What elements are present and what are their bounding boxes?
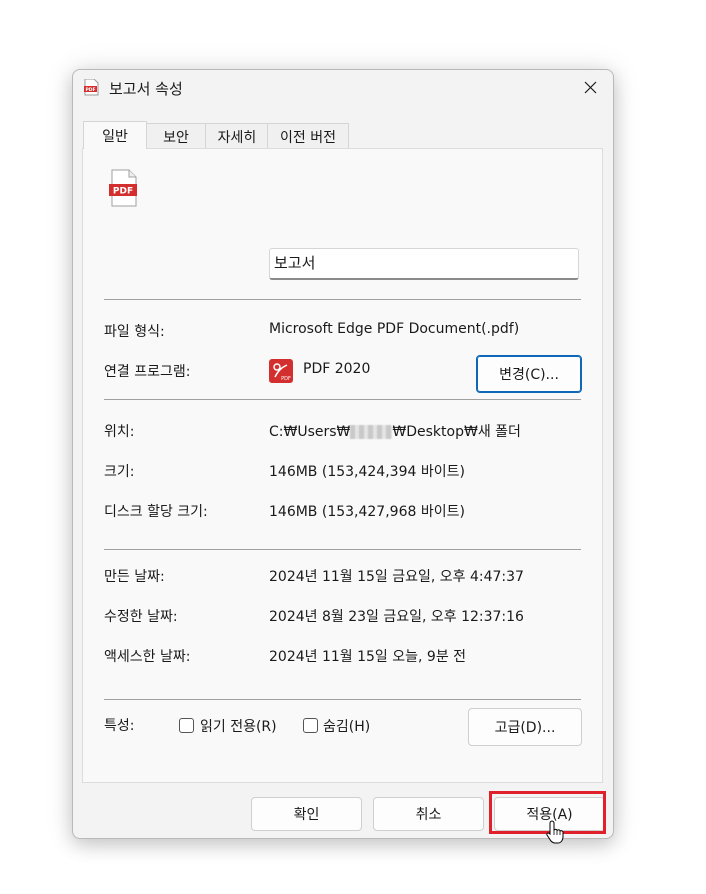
attributes-label: 특성: bbox=[104, 718, 135, 734]
readonly-checkbox[interactable] bbox=[179, 718, 194, 733]
separator bbox=[104, 299, 581, 300]
pdf-file-icon: PDF bbox=[84, 79, 99, 96]
disk-size-label: 디스크 할당 크기: bbox=[104, 504, 208, 520]
location-label: 위치: bbox=[104, 424, 135, 440]
tab-general[interactable]: 일반 bbox=[83, 121, 147, 149]
ok-button[interactable]: 확인 bbox=[251, 797, 362, 831]
pdf-app-icon: PDF bbox=[269, 359, 293, 383]
opens-with-value: PDF 2020 bbox=[303, 361, 371, 377]
separator bbox=[104, 549, 581, 550]
accessed-label: 액세스한 날짜: bbox=[104, 649, 191, 665]
size-value: 146MB (153,424,394 바이트) bbox=[269, 464, 465, 480]
separator bbox=[104, 399, 581, 400]
modified-value: 2024년 8월 23일 금요일, 오후 12:37:16 bbox=[269, 609, 524, 625]
close-icon bbox=[584, 81, 596, 93]
file-name-input[interactable]: 보고서 bbox=[269, 248, 579, 280]
svg-text:PDF: PDF bbox=[281, 376, 291, 382]
pdf-document-icon: PDF bbox=[109, 169, 137, 207]
tab-details[interactable]: 자세히 bbox=[205, 123, 269, 149]
hand-cursor-icon bbox=[546, 820, 564, 844]
opens-with-label: 연결 프로그램: bbox=[104, 364, 191, 380]
created-label: 만든 날짜: bbox=[104, 569, 165, 585]
tab-previous-versions[interactable]: 이전 버전 bbox=[267, 123, 349, 149]
change-button[interactable]: 변경(C)... bbox=[476, 355, 582, 393]
file-type-label: 파일 형식: bbox=[104, 324, 165, 340]
tab-security[interactable]: 보안 bbox=[145, 123, 207, 149]
location-prefix: C:₩Users₩ bbox=[269, 424, 351, 440]
cancel-button[interactable]: 취소 bbox=[373, 797, 484, 831]
created-value: 2024년 11월 15일 금요일, 오후 4:47:37 bbox=[269, 569, 524, 585]
title-bar: PDF 보고서 속성 bbox=[73, 70, 613, 104]
general-tab-panel: PDF 보고서 파일 형식: Microsoft Edge PDF Docume… bbox=[82, 148, 603, 783]
modified-label: 수정한 날짜: bbox=[104, 609, 178, 625]
window-title: 보고서 속성 bbox=[109, 80, 183, 98]
hidden-label[interactable]: 숨김(H) bbox=[323, 716, 370, 736]
size-label: 크기: bbox=[104, 464, 135, 480]
readonly-label[interactable]: 읽기 전용(R) bbox=[200, 716, 277, 736]
svg-text:PDF: PDF bbox=[113, 187, 133, 197]
separator bbox=[104, 699, 581, 700]
svg-text:PDF: PDF bbox=[85, 87, 95, 93]
close-button[interactable] bbox=[567, 70, 613, 104]
location-value: C:₩Users₩ ₩Desktop₩새 폴더 bbox=[269, 421, 521, 441]
redacted-username bbox=[350, 425, 393, 439]
file-type-value: Microsoft Edge PDF Document(.pdf) bbox=[269, 321, 520, 337]
hidden-checkbox[interactable] bbox=[303, 718, 318, 733]
disk-size-value: 146MB (153,427,968 바이트) bbox=[269, 504, 465, 520]
advanced-button[interactable]: 고급(D)... bbox=[468, 708, 582, 746]
location-suffix: ₩Desktop₩새 폴더 bbox=[392, 424, 521, 440]
accessed-value: 2024년 11월 15일 오늘, 9분 전 bbox=[269, 649, 467, 665]
properties-dialog: PDF 보고서 속성 일반 보안 자세히 이전 버전 PDF 보고서 파일 형식… bbox=[72, 69, 614, 839]
